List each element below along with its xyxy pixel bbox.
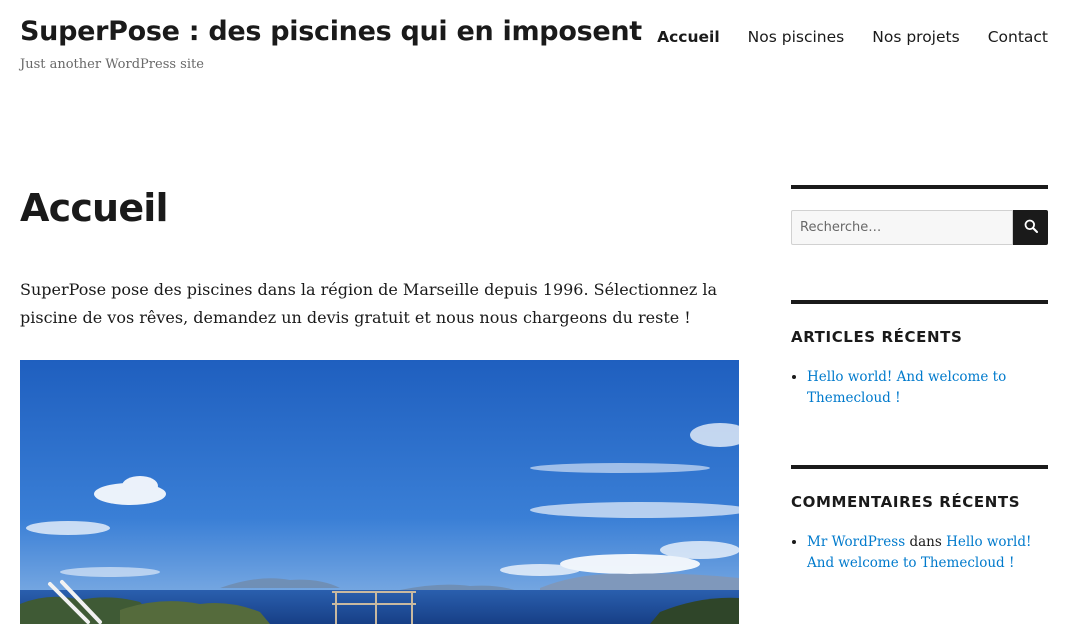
recent-comments-title: COMMENTAIRES RÉCENTS [791,493,1021,511]
site-description: Just another WordPress site [20,57,204,72]
nav-item-nos-piscines[interactable]: Nos piscines [748,28,845,46]
recent-posts-widget: ARTICLES RÉCENTS Hello world! And welcom… [791,300,1048,409]
recent-comments-list: Mr WordPress dans Hello world! And welco… [791,532,1048,574]
search-widget-rule [791,185,1048,189]
page-title: Accueil [20,186,169,230]
search-button[interactable] [1013,210,1048,245]
recent-posts-title: ARTICLES RÉCENTS [791,328,963,346]
search-form [791,210,1048,245]
search-icon [1024,219,1038,236]
recent-post-link[interactable]: Hello world! And welcome to Themecloud ! [807,369,1006,406]
primary-navigation: Accueil Nos piscines Nos projets Contact [657,28,1048,46]
nav-item-accueil[interactable]: Accueil [657,28,720,46]
nav-item-nos-projets[interactable]: Nos projets [872,28,959,46]
search-input[interactable] [791,210,1013,245]
comment-connector: dans [909,534,942,550]
recent-posts-list: Hello world! And welcome to Themecloud ! [791,367,1048,409]
comment-author-link[interactable]: Mr WordPress [807,534,905,550]
nav-item-contact[interactable]: Contact [988,28,1048,46]
hero-pool-image [20,360,739,624]
list-item: Mr WordPress dans Hello world! And welco… [807,532,1048,574]
list-item: Hello world! And welcome to Themecloud ! [807,367,1048,409]
intro-paragraph: SuperPose pose des piscines dans la régi… [20,280,718,327]
site-title[interactable]: SuperPose : des piscines qui en imposent [20,16,642,47]
recent-comments-widget: COMMENTAIRES RÉCENTS Mr WordPress dans H… [791,465,1048,574]
